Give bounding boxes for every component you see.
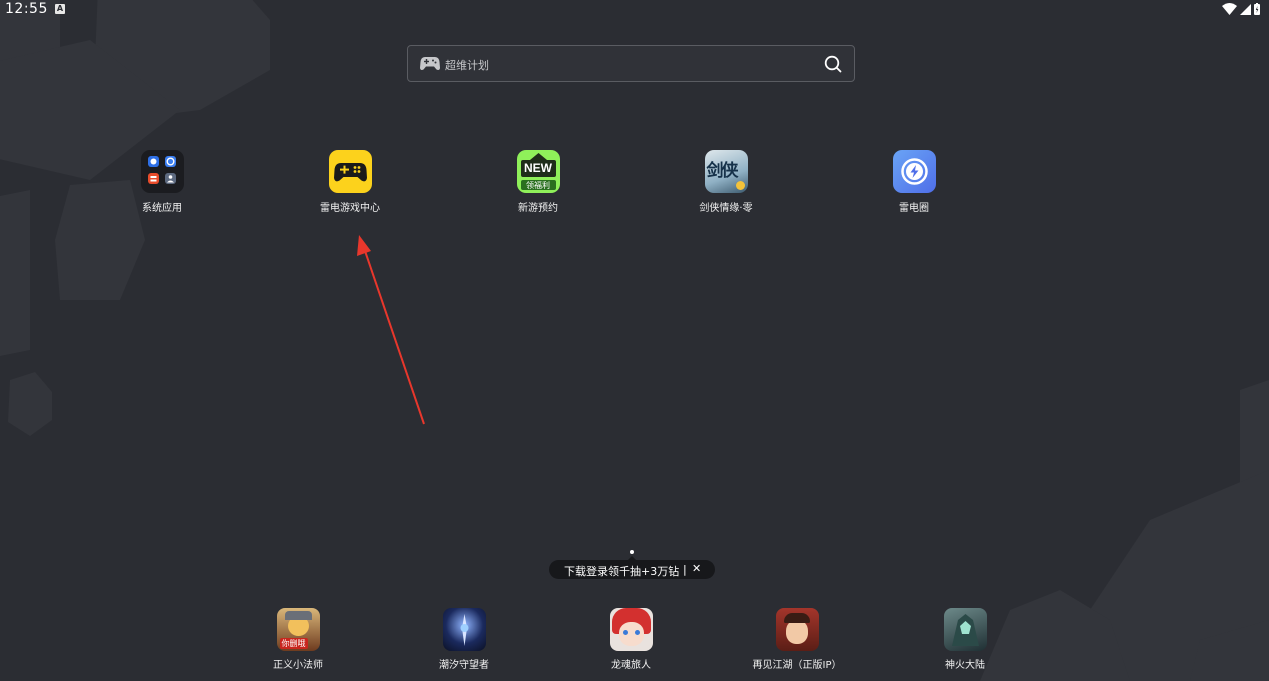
annotation-arrow bbox=[357, 235, 425, 425]
